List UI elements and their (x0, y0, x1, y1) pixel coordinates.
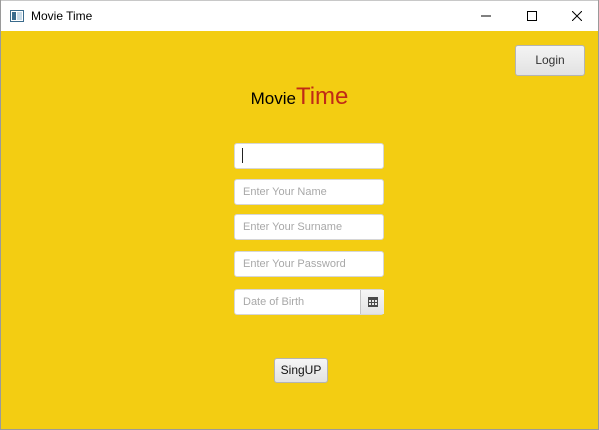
date-of-birth-input[interactable] (235, 290, 359, 314)
calendar-button[interactable] (360, 290, 384, 314)
date-of-birth-picker (234, 289, 384, 315)
maximize-icon (527, 11, 537, 21)
surname-input[interactable] (234, 214, 384, 240)
first-input[interactable] (234, 143, 384, 169)
app-title-movie: Movie (250, 89, 296, 108)
title-bar[interactable]: Movie Time (1, 0, 598, 32)
text-cursor (242, 148, 243, 163)
name-input[interactable] (234, 179, 384, 205)
app-window-icon (10, 10, 24, 22)
calendar-icon (368, 297, 378, 307)
minimize-button[interactable] (463, 1, 509, 32)
close-button[interactable] (554, 1, 599, 32)
close-icon (572, 11, 582, 21)
signup-button[interactable]: SingUP (274, 358, 328, 383)
window-title: Movie Time (31, 9, 93, 23)
login-button[interactable]: Login (515, 45, 585, 76)
password-input[interactable] (234, 251, 384, 277)
maximize-button[interactable] (509, 1, 555, 32)
minimize-icon (481, 15, 491, 17)
app-window: Movie Time Login MovieTime Enter Your Na… (0, 0, 599, 430)
app-title: MovieTime (1, 83, 598, 111)
main-content: Login MovieTime SingUP (1, 31, 598, 429)
app-title-time: Time (295, 83, 349, 110)
